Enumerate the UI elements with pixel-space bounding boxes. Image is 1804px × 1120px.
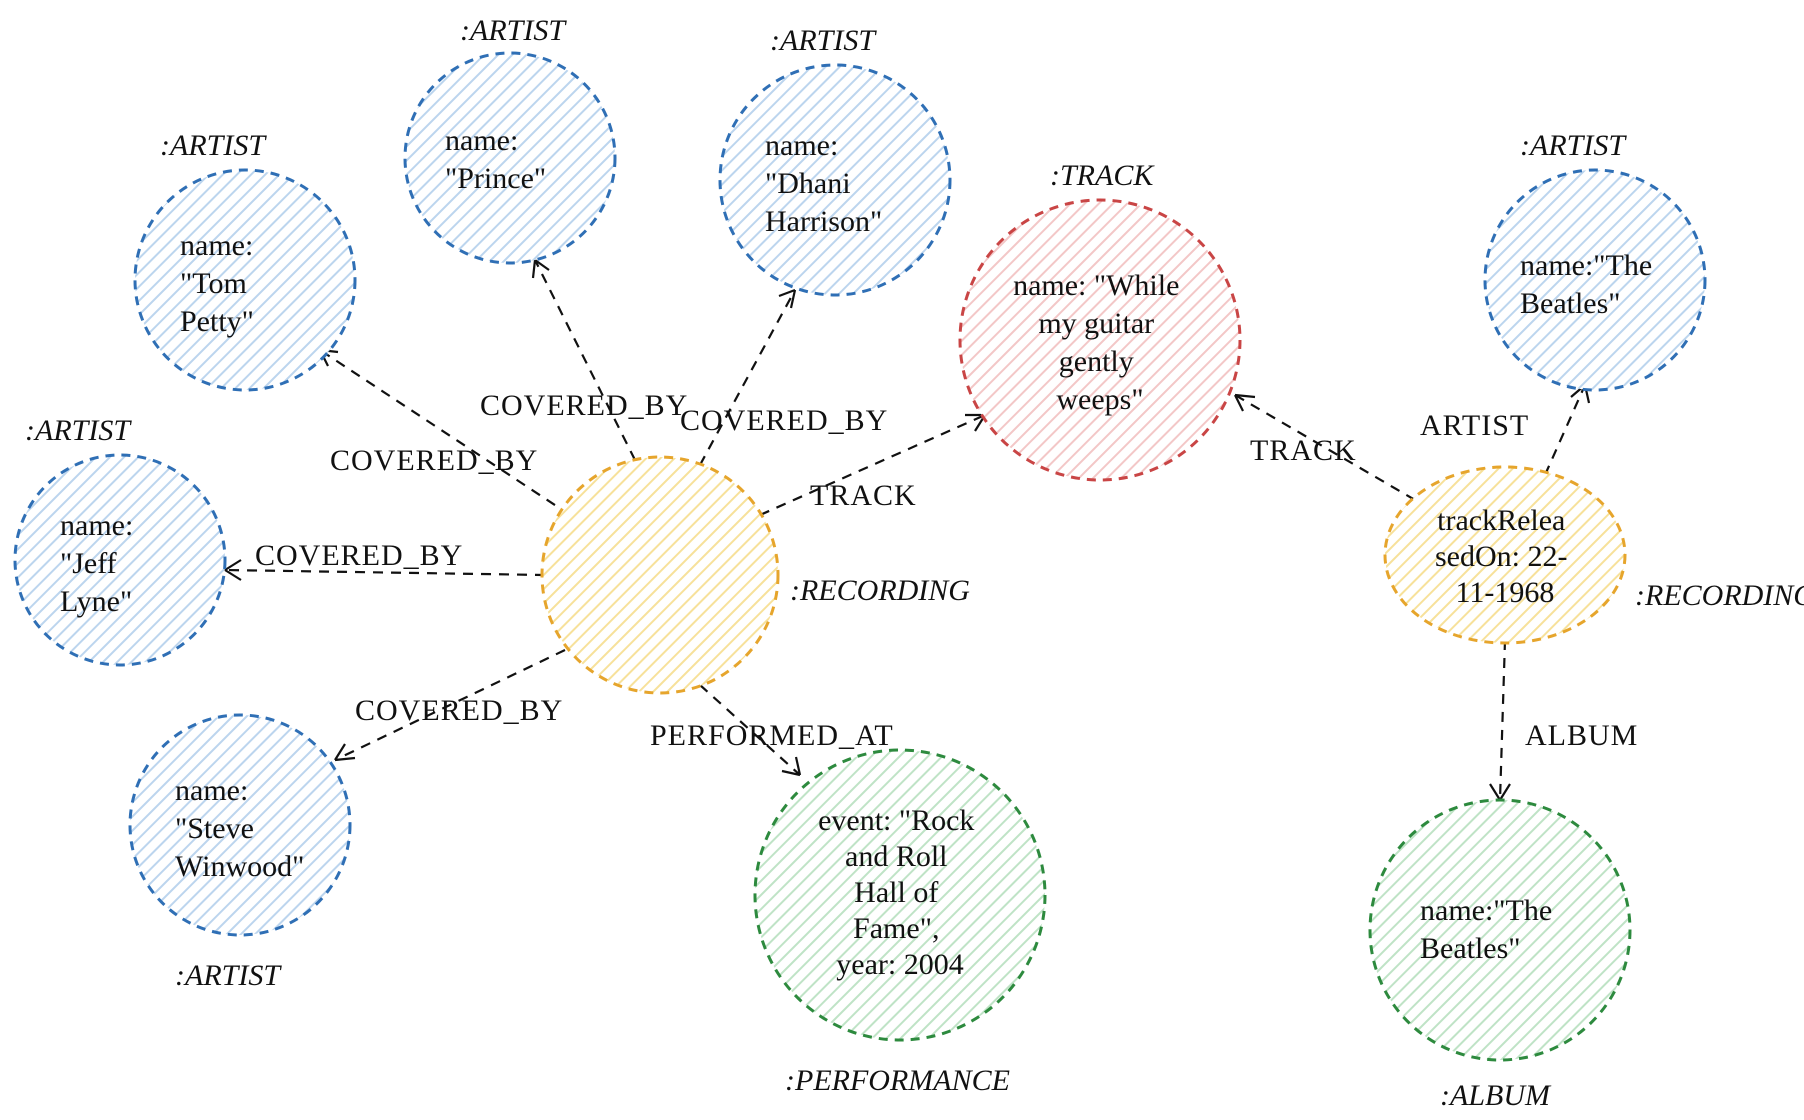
node-type-label: :RECORDING — [790, 574, 970, 607]
node-artist-steve: :ARTIST name: "Steve Winwood" — [130, 715, 350, 992]
node-artist-prince: :ARTIST name: "Prince" — [405, 14, 615, 263]
node-artist-dhani: :ARTIST name: "Dhani Harrison" — [720, 24, 950, 295]
node-artist-jeff: :ARTIST name: "Jeff Lyne" — [15, 414, 225, 665]
node-type-label: :ARTIST — [160, 129, 267, 162]
node-artist-beatles: :ARTIST name:"The Beatles" — [1485, 129, 1705, 390]
edge-label-album: ALBUM — [1525, 719, 1638, 752]
node-type-label: :PERFORMANCE — [785, 1064, 1010, 1097]
node-type-label: :TRACK — [1050, 159, 1155, 192]
edge-label-artist: ARTIST — [1420, 409, 1529, 442]
node-props: name: "Tom Petty" — [180, 229, 261, 338]
edge-covered-by-tom — [320, 350, 570, 515]
node-performance: :PERFORMANCE event: "Rock and Roll Hall … — [755, 750, 1045, 1097]
node-type-label: :ARTIST — [25, 414, 132, 447]
node-track: :TRACK name: "While my guitar gently wee… — [960, 159, 1240, 480]
node-type-label: :ARTIST — [1520, 129, 1627, 162]
node-type-label: :ARTIST — [770, 24, 877, 57]
node-recording-right: :RECORDING trackRelea sedOn: 22- 11-1968 — [1385, 467, 1804, 643]
edge-label-track-right: TRACK — [1250, 434, 1357, 467]
edge-label-covered-jeff: COVERED_BY — [255, 539, 463, 572]
edge-covered-by-dhani — [700, 290, 795, 465]
node-type-label: :ALBUM — [1440, 1079, 1552, 1112]
edge-label-performed: PERFORMED_AT — [650, 719, 894, 752]
node-artist-tom-petty: :ARTIST name: "Tom Petty" — [135, 129, 355, 390]
node-props: trackRelea sedOn: 22- 11-1968 — [1435, 504, 1575, 609]
node-album: :ALBUM name:"The Beatles" — [1370, 800, 1630, 1112]
edge-label-covered-prince: COVERED_BY — [480, 389, 688, 422]
edge-label-covered-dhani: COVERED_BY — [680, 404, 888, 437]
node-type-label: :RECORDING — [1635, 579, 1804, 612]
graph-diagram: COVERED_BY COVERED_BY COVERED_BY COVERED… — [0, 0, 1804, 1120]
edge-artist — [1545, 385, 1585, 475]
edge-label-covered-tom: COVERED_BY — [330, 444, 538, 477]
edge-covered-by-prince — [535, 260, 635, 460]
edge-album — [1500, 640, 1505, 800]
edge-label-track-left: TRACK — [810, 479, 917, 512]
edge-label-covered-steve: COVERED_BY — [355, 694, 563, 727]
node-type-label: :ARTIST — [175, 959, 282, 992]
node-type-label: :ARTIST — [460, 14, 567, 47]
